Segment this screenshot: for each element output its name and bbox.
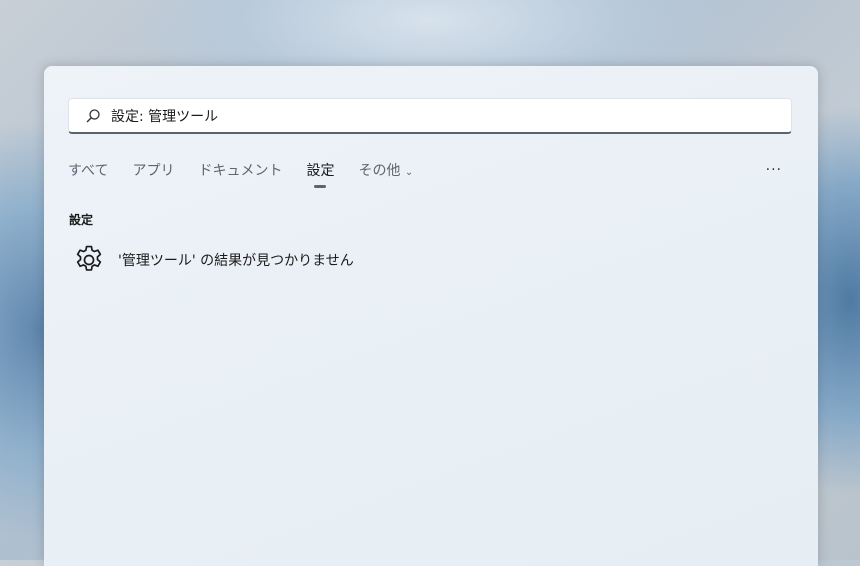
search-input[interactable]: [109, 106, 773, 125]
gear-icon: [76, 245, 102, 271]
chevron-down-icon: ⌄: [404, 167, 414, 178]
tab-other[interactable]: その他 ⌄: [358, 160, 413, 180]
search-panel: すべて アプリ ドキュメント 設定 その他 ⌄ ··· 設定 '管理ツール' の…: [44, 66, 818, 566]
search-box[interactable]: [68, 98, 792, 134]
section-title: 設定: [69, 213, 94, 227]
more-options-button[interactable]: ···: [766, 162, 782, 178]
result-item: '管理ツール' の結果が見つかりません: [72, 243, 354, 277]
tab-all[interactable]: すべて: [68, 160, 108, 180]
tab-settings[interactable]: 設定: [306, 160, 334, 188]
tab-documents[interactable]: ドキュメント: [198, 160, 282, 180]
search-icon: [86, 108, 100, 122]
tab-apps[interactable]: アプリ: [132, 160, 174, 180]
no-results-text: '管理ツール' の結果が見つかりません: [118, 253, 354, 269]
tab-other-label: その他: [358, 163, 401, 179]
filter-tabs: すべて アプリ ドキュメント 設定 その他 ⌄: [68, 160, 437, 188]
